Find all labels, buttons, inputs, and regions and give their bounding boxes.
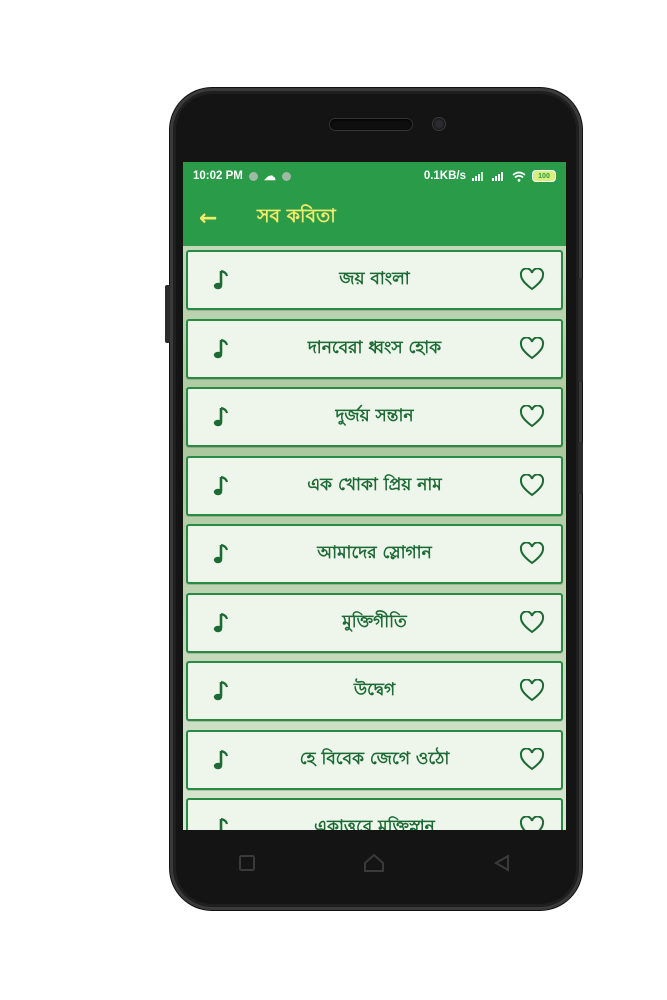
- list-item[interactable]: দুর্জয় সন্তান: [186, 387, 563, 447]
- heart-icon[interactable]: [519, 541, 545, 566]
- app-bar: ← সব কবিতা: [183, 190, 566, 246]
- music-note-icon: [212, 405, 230, 429]
- poem-title: উদ্বেগ: [353, 680, 396, 700]
- heart-icon[interactable]: [519, 267, 545, 292]
- network-speed: 0.1KB/s: [423, 170, 466, 182]
- heart-icon[interactable]: [519, 472, 545, 498]
- poem-title: হে বিবেক জেগে ওঠো: [299, 748, 450, 769]
- recent-apps-icon[interactable]: [232, 848, 262, 878]
- notification-icon: [281, 171, 291, 181]
- list-item[interactable]: একাত্তরে মুক্তিস্নান: [186, 798, 563, 830]
- list-item[interactable]: উদ্বেগ: [186, 661, 563, 721]
- cloud-icon: ☁: [263, 169, 276, 183]
- list-item[interactable]: এক খোকা প্রিয় নাম: [186, 455, 563, 516]
- earpiece-speaker: [330, 119, 412, 130]
- music-note-icon: [212, 337, 230, 361]
- arrow-left-icon[interactable]: ←: [199, 206, 239, 231]
- front-camera: [433, 118, 445, 130]
- power-button: [578, 442, 583, 494]
- heart-icon[interactable]: [519, 404, 545, 429]
- wifi-icon: [512, 171, 526, 182]
- notification-icon: [248, 171, 258, 181]
- volume-button: [578, 278, 583, 382]
- heart-icon[interactable]: [519, 335, 545, 361]
- app-screen: 10:02 PM ☁ 0.1KB/s 100 ← সব কবিতা জয় বা…: [183, 162, 566, 830]
- list-item[interactable]: হে বিবেক জেগে ওঠো: [186, 729, 563, 790]
- page-title: সব কবিতা: [257, 205, 336, 227]
- heart-icon[interactable]: [519, 746, 545, 772]
- status-bar: 10:02 PM ☁ 0.1KB/s 100: [183, 162, 566, 190]
- list-item[interactable]: মুক্তিগীতি: [186, 592, 563, 653]
- heart-icon[interactable]: [519, 678, 545, 703]
- music-note-icon: [212, 816, 230, 830]
- poem-title: মুক্তিগীতি: [342, 611, 407, 632]
- navigation-bar: [183, 830, 566, 896]
- poem-title: দুর্জয় সন্তান: [335, 406, 414, 426]
- poem-title: জয় বাংলা: [339, 269, 410, 289]
- music-note-icon: [212, 474, 230, 498]
- poem-title: আমাদের স্লোগান: [317, 543, 432, 563]
- signal-icon: [472, 172, 483, 181]
- heart-icon[interactable]: [519, 815, 545, 830]
- signal-icon: [492, 172, 503, 181]
- status-time: 10:02 PM: [193, 170, 243, 182]
- list-item[interactable]: আমাদের স্লোগান: [186, 524, 563, 584]
- music-note-icon: [212, 268, 230, 292]
- battery-icon: 100: [532, 170, 556, 182]
- heart-icon[interactable]: [519, 609, 545, 635]
- music-note-icon: [212, 748, 230, 772]
- music-note-icon: [212, 611, 230, 635]
- poem-title: দানবেরা ধ্বংস হোক: [307, 337, 442, 358]
- poem-list: জয় বাংলা দানবেরা ধ্বংস হোক দুর্জয় সন্ত…: [183, 246, 566, 830]
- left-button: [165, 285, 170, 343]
- music-note-icon: [212, 542, 230, 566]
- poem-title: এক খোকা প্রিয় নাম: [307, 474, 442, 495]
- home-icon[interactable]: [359, 848, 389, 878]
- list-item[interactable]: দানবেরা ধ্বংস হোক: [186, 318, 563, 379]
- list-item[interactable]: জয় বাংলা: [186, 250, 563, 310]
- music-note-icon: [212, 679, 230, 703]
- back-triangle-icon[interactable]: [487, 848, 517, 878]
- poem-title: একাত্তরে মুক্তিস্নান: [314, 817, 435, 830]
